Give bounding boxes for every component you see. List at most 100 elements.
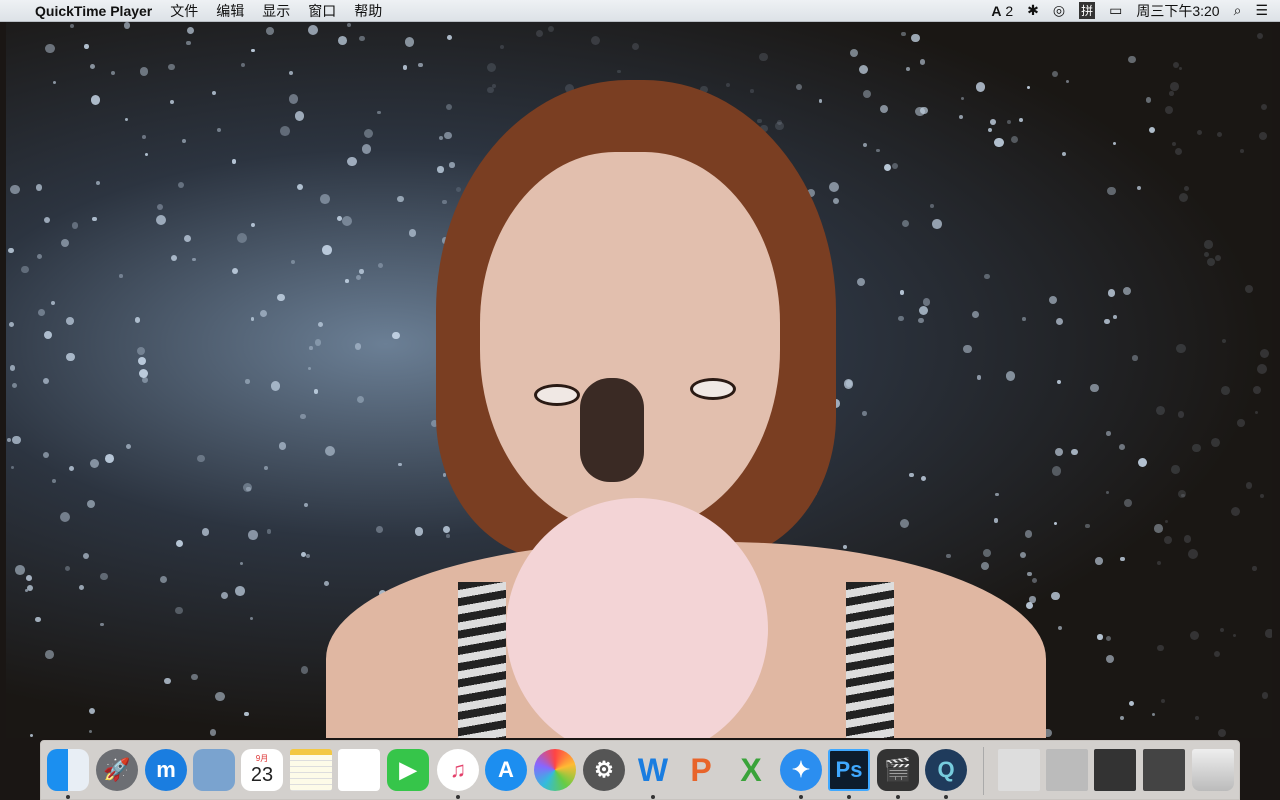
- sequin: [1112, 315, 1117, 320]
- sequin: [175, 606, 183, 615]
- sequin: [446, 103, 453, 110]
- dock-powerpoint-icon[interactable]: P: [680, 749, 722, 791]
- dock-itunes-icon[interactable]: ♫: [437, 749, 479, 791]
- dock-facetime-icon[interactable]: ▶: [387, 749, 429, 791]
- dock-maxthon-icon[interactable]: m: [145, 749, 187, 791]
- battery-icon[interactable]: ▭: [1109, 2, 1122, 19]
- sequin: [20, 265, 29, 274]
- sequin: [990, 119, 996, 126]
- sequin: [1217, 131, 1223, 137]
- menu-view[interactable]: 显示: [253, 0, 299, 22]
- sequin: [1051, 466, 1062, 476]
- video-eye: [534, 384, 580, 406]
- dock-final-cut-pro-icon[interactable]: 🎬: [877, 749, 919, 791]
- sequin: [65, 352, 75, 362]
- dock: 🚀 m 9月 23 ▶ ♫ A ⚙ W P X ✦ Ps 🎬 Q: [40, 740, 1240, 800]
- sequin: [156, 215, 167, 226]
- sequin: [1137, 457, 1148, 467]
- running-indicator: [651, 795, 655, 799]
- sequin: [92, 217, 97, 222]
- dock-quicktime-icon[interactable]: Q: [925, 749, 967, 791]
- menu-app-name[interactable]: QuickTime Player: [26, 0, 161, 22]
- sequin: [1055, 317, 1064, 326]
- wifi-icon[interactable]: ◎: [1053, 2, 1065, 19]
- sequin: [231, 268, 238, 275]
- clock[interactable]: 周三下午3:20: [1136, 1, 1219, 21]
- video-frame[interactable]: [6, 22, 1272, 738]
- sequin: [10, 465, 15, 470]
- sequin: [1132, 355, 1138, 361]
- sequin: [1057, 625, 1062, 630]
- dock-separator: [983, 747, 984, 795]
- dock-trash-icon[interactable]: [1192, 749, 1234, 791]
- menu-edit[interactable]: 编辑: [207, 0, 253, 22]
- sequin: [1213, 651, 1220, 658]
- sequin: [65, 566, 71, 572]
- sequin: [240, 63, 245, 68]
- sequin: [899, 518, 910, 529]
- sequin: [191, 673, 199, 681]
- dock-calendar-icon[interactable]: 9月 23: [241, 749, 283, 791]
- dock-minimized-window[interactable]: [1046, 749, 1088, 791]
- dock-finder-icon[interactable]: [47, 749, 89, 791]
- input-method[interactable]: 拼: [1079, 2, 1096, 19]
- menu-help[interactable]: 帮助: [345, 0, 391, 22]
- spotlight-search-icon[interactable]: ⌕: [1234, 2, 1242, 19]
- sequin: [972, 311, 979, 318]
- sequin: [137, 356, 147, 366]
- sequin: [918, 305, 928, 316]
- sequin: [1123, 498, 1132, 507]
- adobe-status[interactable]: A 2: [991, 3, 1013, 19]
- dock-mail-icon[interactable]: [193, 749, 235, 791]
- dock-notes-icon[interactable]: [290, 749, 332, 791]
- dock-reminders-icon[interactable]: [338, 749, 380, 791]
- sequin: [1237, 419, 1246, 427]
- sequin: [976, 375, 982, 380]
- sequin: [859, 64, 869, 75]
- sequin: [1154, 524, 1163, 533]
- sequin: [1260, 104, 1268, 111]
- dock-system-preferences-icon[interactable]: ⚙: [583, 749, 625, 791]
- dock-safari-icon[interactable]: ✦: [780, 749, 822, 791]
- sequin: [182, 139, 187, 143]
- sequin: [300, 665, 309, 674]
- sequin: [1164, 519, 1168, 523]
- sequin: [1020, 551, 1027, 558]
- sequin: [446, 35, 452, 40]
- bluetooth-icon[interactable]: ✱: [1027, 2, 1039, 19]
- menu-file[interactable]: 文件: [161, 0, 207, 22]
- sequin: [231, 158, 237, 164]
- sequin: [983, 549, 992, 558]
- dock-photos-icon[interactable]: [534, 749, 576, 791]
- dock-app-store-icon[interactable]: A: [485, 749, 527, 791]
- dock-photoshop-icon[interactable]: Ps: [828, 749, 870, 791]
- notification-center-icon[interactable]: ☰: [1255, 2, 1268, 19]
- sequin: [1183, 535, 1192, 543]
- sequin: [89, 63, 96, 70]
- dock-excel-icon[interactable]: X: [730, 749, 772, 791]
- sequin: [50, 300, 55, 305]
- sequin: [197, 455, 205, 463]
- sequin: [1156, 406, 1165, 416]
- sequin: [487, 62, 497, 73]
- calendar-month: 9月: [255, 754, 269, 763]
- sequin: [1179, 67, 1183, 71]
- sequin: [364, 128, 374, 138]
- menu-window[interactable]: 窗口: [299, 0, 345, 22]
- sequin: [862, 90, 871, 99]
- sequin: [1239, 149, 1244, 154]
- sequin: [856, 277, 865, 287]
- dock-launchpad-icon[interactable]: 🚀: [96, 749, 138, 791]
- dock-minimized-window[interactable]: [1143, 749, 1185, 791]
- sequin: [259, 309, 267, 317]
- sequin: [1145, 97, 1152, 103]
- sequin: [245, 379, 250, 384]
- dock-minimized-window[interactable]: [998, 749, 1040, 791]
- sequin: [356, 396, 364, 404]
- dock-minimized-window[interactable]: [1094, 749, 1136, 791]
- sequin: [239, 562, 243, 566]
- dock-word-icon[interactable]: W: [632, 749, 674, 791]
- sequin: [1254, 410, 1258, 414]
- sequin: [355, 274, 361, 280]
- running-indicator: [944, 795, 948, 799]
